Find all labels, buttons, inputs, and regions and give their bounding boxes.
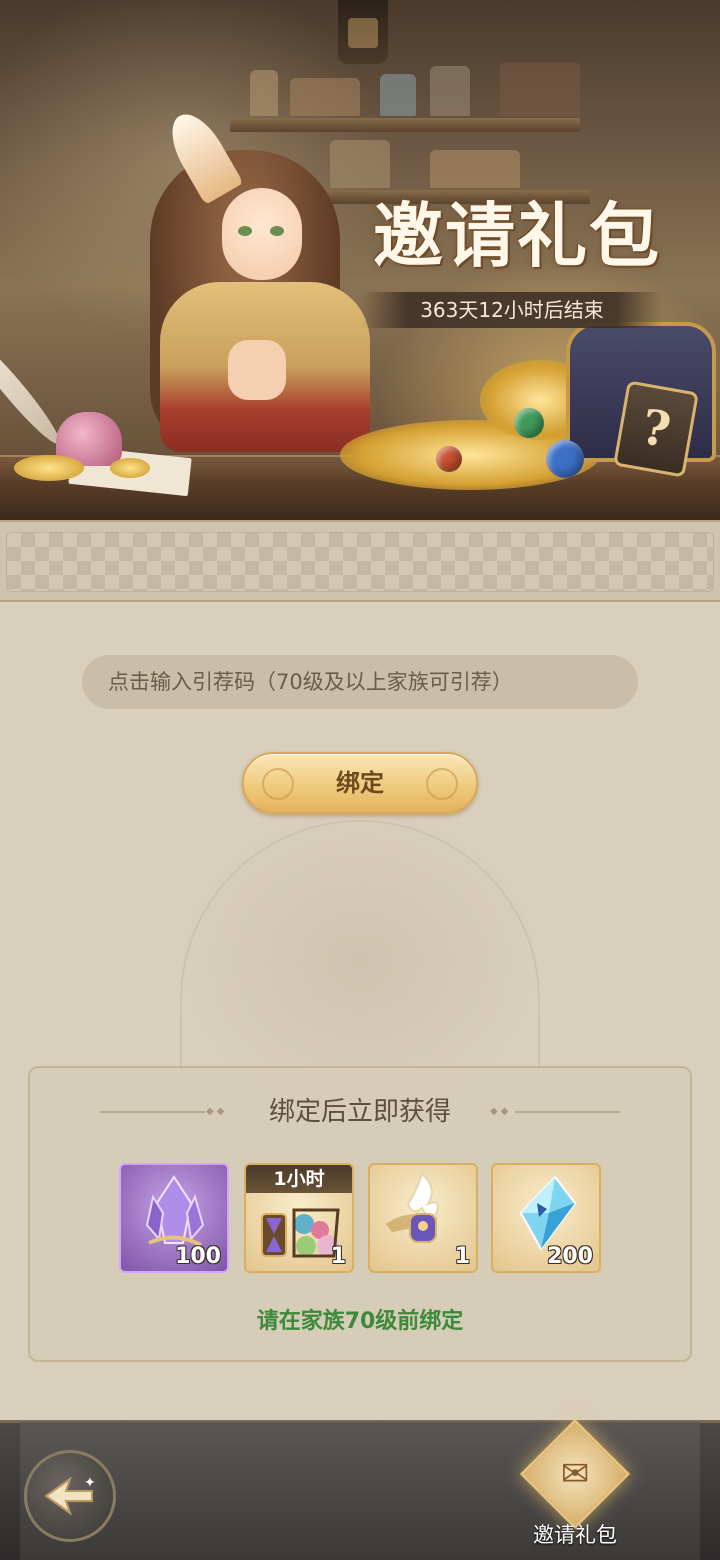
item-count: 1 xyxy=(454,1244,470,1269)
referral-code-input[interactable]: 点击输入引荐码（70级及以上家族可引荐） xyxy=(82,655,638,709)
mystery-card-icon: ? xyxy=(613,380,699,478)
red-gem xyxy=(436,446,462,472)
reward-item-time-chest[interactable]: 1小时 1 xyxy=(244,1163,354,1273)
rewards-header: ◆◆ ◆◆ 绑定后立即获得 xyxy=(100,1092,620,1132)
invite-banner: ? 邀请礼包 363天12小时后结束 xyxy=(0,0,720,520)
character-eye xyxy=(238,226,252,236)
shelf-cage xyxy=(430,66,470,116)
purple-crystal-icon xyxy=(145,1174,205,1247)
mystery-glyph: ? xyxy=(637,398,675,460)
page-title: 邀请礼包 xyxy=(373,194,661,277)
item-count: 1 xyxy=(330,1244,346,1269)
countdown-timer: 363天12小时后结束 xyxy=(362,292,662,328)
blue-gem xyxy=(546,440,584,478)
bind-deadline-hint: 请在家族70级前绑定 xyxy=(256,1309,464,1334)
coin-pile xyxy=(110,458,150,478)
back-arrow-icon: ✦ xyxy=(44,1475,96,1516)
svg-text:✦: ✦ xyxy=(84,1475,96,1491)
shelf-box xyxy=(290,78,360,116)
character-skin xyxy=(228,340,286,400)
shelf-books xyxy=(500,62,580,116)
gift-book-icon: ✉ xyxy=(560,1454,590,1494)
reward-item-purple-crystal[interactable]: 100 xyxy=(119,1163,229,1273)
shelf xyxy=(230,118,580,132)
back-button[interactable]: ✦ xyxy=(24,1450,116,1542)
duration-badge: 1小时 xyxy=(246,1165,352,1193)
bind-button[interactable]: 绑定 xyxy=(242,752,478,814)
hanging-lamp xyxy=(338,0,388,64)
green-gem xyxy=(514,408,544,438)
decorative-pattern xyxy=(6,532,714,592)
coin-pile xyxy=(14,455,84,481)
tab-label: 邀请礼包 xyxy=(533,1523,617,1547)
character-face xyxy=(222,188,302,280)
shelf-jar xyxy=(250,70,278,116)
item-count: 100 xyxy=(175,1244,221,1269)
character-eye xyxy=(270,226,284,236)
reward-item-blue-diamond[interactable]: 200 xyxy=(491,1163,601,1273)
rewards-title: 绑定后立即获得 xyxy=(268,1097,451,1127)
tab-invite-gift[interactable]: ✉ 邀请礼包 xyxy=(519,1418,631,1560)
shelf-vase xyxy=(380,74,416,116)
blue-diamond-icon xyxy=(519,1175,577,1251)
decorative-band xyxy=(0,520,720,602)
reward-item-spirit-lamp[interactable]: 1 xyxy=(368,1163,478,1273)
item-count: 200 xyxy=(547,1244,593,1269)
